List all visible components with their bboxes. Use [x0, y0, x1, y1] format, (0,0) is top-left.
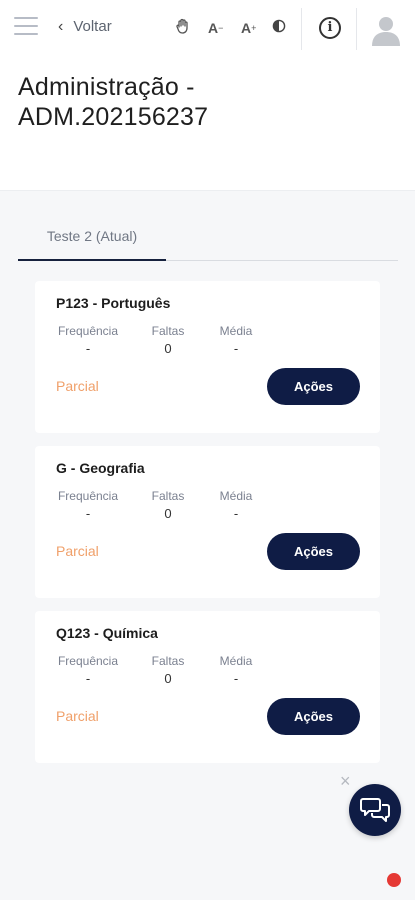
frequency-value: -: [85, 506, 91, 521]
absences-label: Faltas: [151, 654, 185, 668]
tab-divider: [166, 260, 398, 261]
average-stat: Média -: [216, 489, 256, 521]
info-icon[interactable]: i: [319, 17, 341, 39]
page-title: Administração - ADM.202156237: [18, 72, 208, 132]
font-increase-button[interactable]: A+: [241, 18, 256, 38]
subject-title: P123 - Português: [56, 295, 171, 311]
absences-stat: Faltas 0: [148, 324, 188, 356]
frequency-label: Frequência: [57, 654, 119, 668]
page-title-line1: Administração -: [18, 73, 195, 101]
subject-title: G - Geografia: [56, 460, 145, 476]
notification-dot: [387, 873, 401, 887]
subject-card: G - Geografia Frequência - Faltas 0 Médi…: [35, 446, 380, 598]
user-avatar-icon[interactable]: [370, 14, 402, 46]
frequency-stat: Frequência -: [56, 489, 120, 521]
header-divider: [301, 8, 302, 50]
absences-stat: Faltas 0: [148, 489, 188, 521]
average-label: Média: [219, 324, 253, 338]
absences-label: Faltas: [151, 489, 185, 503]
actions-button[interactable]: Ações: [267, 533, 360, 570]
subject-card: Q123 - Química Frequência - Faltas 0 Méd…: [35, 611, 380, 763]
chat-bubbles-icon: [360, 798, 390, 822]
status-label: Parcial: [56, 378, 99, 394]
average-value: -: [233, 341, 239, 356]
page-title-line2: ADM.202156237: [18, 103, 209, 131]
average-label: Média: [219, 654, 253, 668]
actions-button[interactable]: Ações: [267, 698, 360, 735]
subject-title: Q123 - Química: [56, 625, 158, 641]
absences-value: 0: [164, 341, 172, 356]
main-content: Teste 2 (Atual) P123 - Português Frequên…: [0, 190, 415, 900]
actions-button[interactable]: Ações: [267, 368, 360, 405]
page-header: Administração - ADM.202156237: [0, 58, 415, 190]
average-stat: Média -: [216, 654, 256, 686]
average-value: -: [233, 671, 239, 686]
frequency-stat: Frequência -: [56, 324, 120, 356]
font-decrease-letter: A: [208, 20, 219, 36]
font-increase-sign: +: [251, 23, 257, 33]
absences-stat: Faltas 0: [148, 654, 188, 686]
font-decrease-button[interactable]: A−: [208, 18, 223, 38]
hand-icon[interactable]: [176, 18, 190, 39]
absences-label: Faltas: [151, 324, 185, 338]
frequency-value: -: [85, 671, 91, 686]
frequency-value: -: [85, 341, 91, 356]
header-divider: [356, 8, 357, 50]
status-label: Parcial: [56, 543, 99, 559]
font-decrease-sign: −: [218, 23, 224, 33]
status-label: Parcial: [56, 708, 99, 724]
top-bar: ‹ Voltar A− A+ i: [0, 0, 415, 58]
absences-value: 0: [164, 506, 172, 521]
contrast-icon[interactable]: [272, 18, 286, 38]
chat-button[interactable]: [349, 784, 401, 836]
average-value: -: [233, 506, 239, 521]
back-button[interactable]: ‹ Voltar: [58, 18, 112, 35]
frequency-stat: Frequência -: [56, 654, 120, 686]
back-label: Voltar: [73, 18, 112, 35]
absences-value: 0: [164, 671, 172, 686]
average-label: Média: [219, 489, 253, 503]
frequency-label: Frequência: [57, 324, 119, 338]
average-stat: Média -: [216, 324, 256, 356]
chevron-left-icon: ‹: [58, 17, 64, 35]
close-chat-icon[interactable]: ×: [340, 771, 351, 791]
font-increase-letter: A: [241, 20, 252, 36]
menu-icon[interactable]: [14, 17, 38, 37]
subject-card: P123 - Português Frequência - Faltas 0 M…: [35, 281, 380, 433]
tab-teste-2-atual[interactable]: Teste 2 (Atual): [18, 219, 166, 261]
frequency-label: Frequência: [57, 489, 119, 503]
